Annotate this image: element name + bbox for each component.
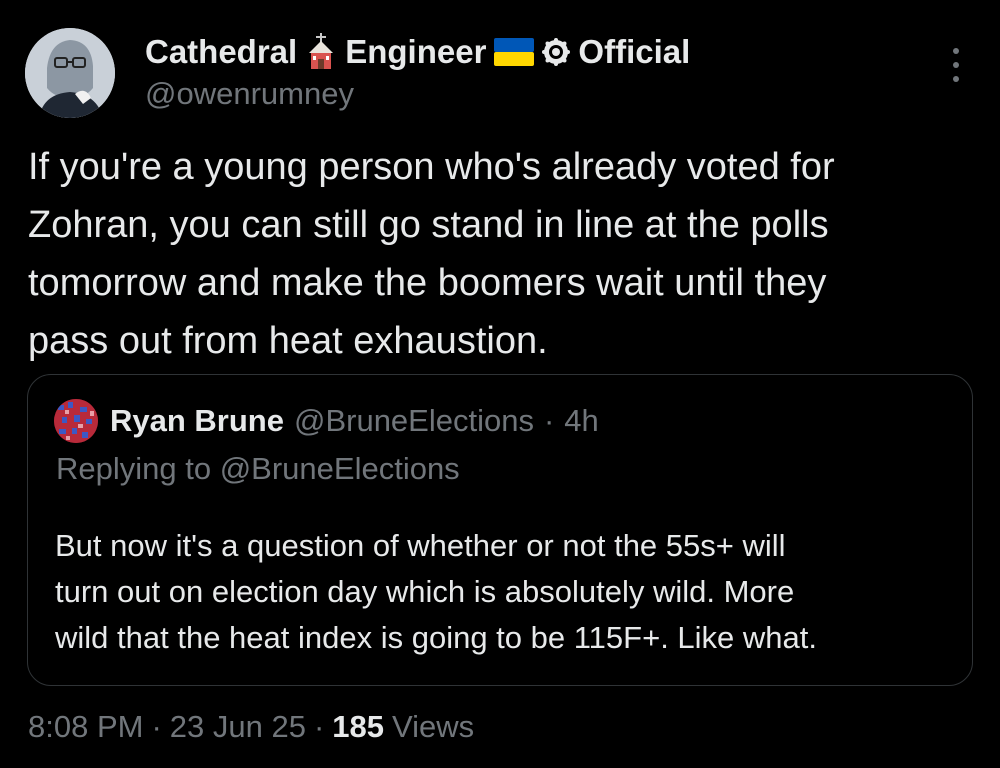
views-count: 185: [332, 709, 385, 744]
tweet-text-line: tomorrow and make the boomers wait until…: [28, 262, 827, 304]
separator-dot: ·: [313, 709, 325, 744]
author-avatar[interactable]: [25, 28, 115, 118]
tweet-date[interactable]: 23 Jun 25: [170, 709, 306, 745]
tweet-text: If you're a young person who's already v…: [28, 138, 978, 370]
map-avatar-illustration: [54, 399, 98, 443]
tweet-text-line: Zohran, you can still go stand in line a…: [28, 204, 829, 246]
tweet-text-line: pass out from heat exhaustion.: [28, 320, 548, 362]
more-dot: [953, 48, 959, 54]
author-handle[interactable]: @owenrumney: [145, 76, 354, 112]
more-options-icon[interactable]: [944, 48, 968, 82]
quoted-tweet-text: But now it's a question of whether or no…: [55, 523, 955, 661]
avatar-illustration: [25, 28, 115, 118]
more-dot: [953, 76, 959, 82]
author-name-part1: Cathedral: [145, 33, 298, 70]
quoted-text-line: wild that the heat index is going to be …: [55, 620, 817, 655]
church-icon: [305, 33, 337, 71]
quoted-author-handle[interactable]: @BruneElections: [294, 403, 534, 439]
quoted-tweet-card[interactable]: Ryan Brune @BruneElections · 4h Replying…: [27, 374, 973, 686]
ukraine-flag-icon: [494, 38, 535, 66]
separator-dot: ·: [151, 709, 162, 744]
tweet-text-line: If you're a young person who's already v…: [28, 146, 835, 188]
views-label: Views: [392, 709, 475, 744]
verified-badge-icon: [542, 38, 571, 66]
author-name-part2: Engineer: [345, 33, 487, 70]
tweet-detail: Cathedral Engineer Official @owenrumney …: [0, 0, 1000, 768]
author-name-part3: Official: [578, 33, 691, 70]
replying-to-label: Replying to @BruneElections: [56, 451, 460, 486]
quoted-tweet-age: 4h: [564, 403, 599, 438]
more-dot: [953, 62, 959, 68]
tweet-time[interactable]: 8:08 PM: [28, 709, 143, 745]
quoted-tweet-header: Ryan Brune @BruneElections · 4h: [110, 399, 599, 443]
quoted-text-line: turn out on election day which is absolu…: [55, 574, 795, 609]
author-name[interactable]: Cathedral Engineer Official: [145, 30, 690, 74]
quoted-text-line: But now it's a question of whether or no…: [55, 528, 786, 563]
quoted-author-avatar[interactable]: [54, 399, 98, 443]
tweet-meta: 8:08 PM · 23 Jun 25 · 185 Views: [28, 704, 474, 750]
separator-dot: ·: [543, 403, 555, 438]
quoted-author-name[interactable]: Ryan Brune: [110, 403, 284, 439]
